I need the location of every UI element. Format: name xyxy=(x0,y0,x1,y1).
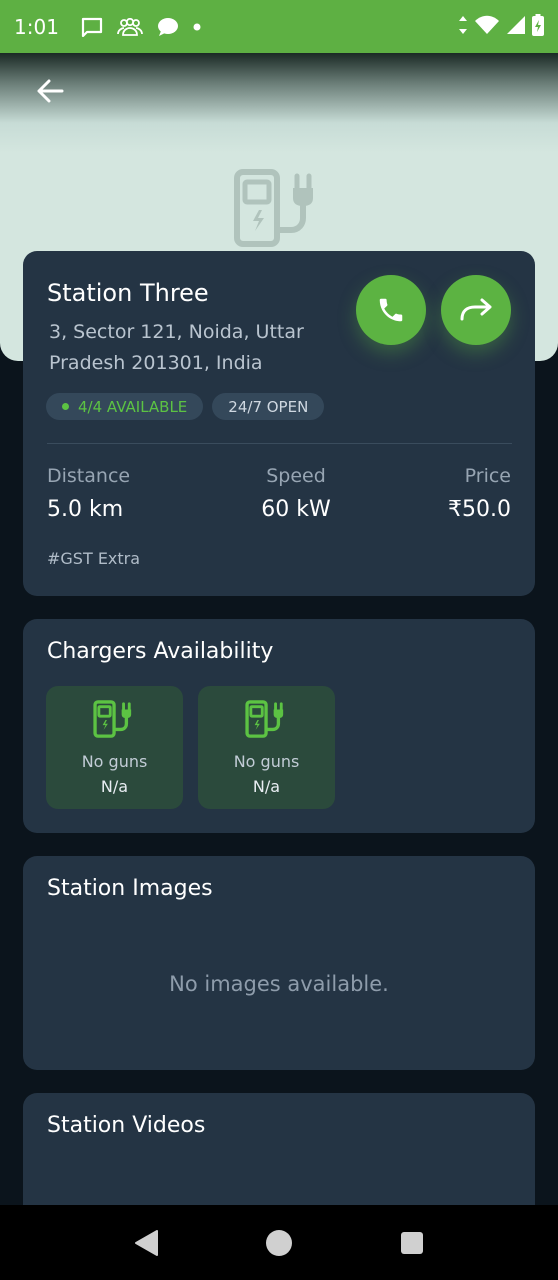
videos-title: Station Videos xyxy=(47,1113,206,1138)
charger-value: N/a xyxy=(100,777,129,796)
back-button[interactable] xyxy=(30,71,70,111)
ev-charger-icon xyxy=(244,700,290,742)
ev-charger-icon xyxy=(92,700,138,742)
home-circle-icon xyxy=(265,1229,292,1256)
charger-value: N/a xyxy=(252,777,281,796)
price-value: ₹50.0 xyxy=(448,497,511,522)
charger-tile[interactable]: No guns N/a xyxy=(46,686,183,809)
station-name: Station Three xyxy=(47,279,209,307)
availability-badge: 4/4 AVAILABLE xyxy=(46,393,204,420)
images-title: Station Images xyxy=(47,876,213,901)
price-stat: Price ₹50.0 xyxy=(448,465,511,522)
station-info-card: Station Three 3, Sector 121, Noida, Utta… xyxy=(23,251,535,596)
hours-badge: 24/7 OPEN xyxy=(212,393,325,420)
nav-back-button[interactable] xyxy=(116,1213,176,1273)
gst-note: #GST Extra xyxy=(47,549,141,568)
chargers-title: Chargers Availability xyxy=(47,639,274,664)
data-arrows-icon xyxy=(458,15,468,39)
group-icon xyxy=(117,17,143,36)
system-nav-bar xyxy=(0,1205,558,1280)
speed-value: 60 kW xyxy=(261,497,331,522)
chat-icon xyxy=(81,17,103,37)
charger-label: No guns xyxy=(233,752,300,771)
status-bar: 1:01 xyxy=(0,0,558,53)
speed-label: Speed xyxy=(266,465,326,487)
share-arrow-icon xyxy=(460,298,492,321)
distance-value: 5.0 km xyxy=(47,497,124,522)
battery-icon xyxy=(532,13,544,40)
arrow-left-icon xyxy=(37,79,64,103)
availability-text: 4/4 AVAILABLE xyxy=(78,397,188,416)
directions-button[interactable] xyxy=(441,275,511,345)
signal-icon xyxy=(506,15,526,39)
station-badges: 4/4 AVAILABLE 24/7 OPEN xyxy=(46,393,325,420)
station-address: 3, Sector 121, Noida, Uttar Pradesh 2013… xyxy=(49,321,304,374)
nav-recents-button[interactable] xyxy=(382,1213,442,1273)
ev-charger-icon xyxy=(232,168,326,252)
recents-square-icon xyxy=(400,1231,423,1254)
nav-home-button[interactable] xyxy=(249,1213,309,1273)
distance-label: Distance xyxy=(47,465,131,487)
distance-stat: Distance 5.0 km xyxy=(47,465,130,522)
status-right-icons xyxy=(458,13,544,40)
phone-icon xyxy=(379,298,403,322)
hours-text: 24/7 OPEN xyxy=(228,397,309,416)
dot-icon xyxy=(193,23,201,31)
wifi-icon xyxy=(474,15,500,39)
price-label: Price xyxy=(464,465,511,487)
status-time: 1:01 xyxy=(14,14,59,39)
charger-tile[interactable]: No guns N/a xyxy=(198,686,335,809)
message-bubble-icon xyxy=(157,17,179,37)
divider xyxy=(47,443,512,444)
chargers-card: Chargers Availability No guns N/a No gun… xyxy=(23,619,535,833)
availability-dot-icon xyxy=(62,403,69,410)
charger-label: No guns xyxy=(81,752,148,771)
images-empty-message: No images available. xyxy=(169,972,389,996)
station-images-card: Station Images No images available. xyxy=(23,856,535,1070)
speed-stat: Speed 60 kW xyxy=(241,465,351,522)
call-button[interactable] xyxy=(356,275,426,345)
back-triangle-icon xyxy=(135,1229,159,1256)
